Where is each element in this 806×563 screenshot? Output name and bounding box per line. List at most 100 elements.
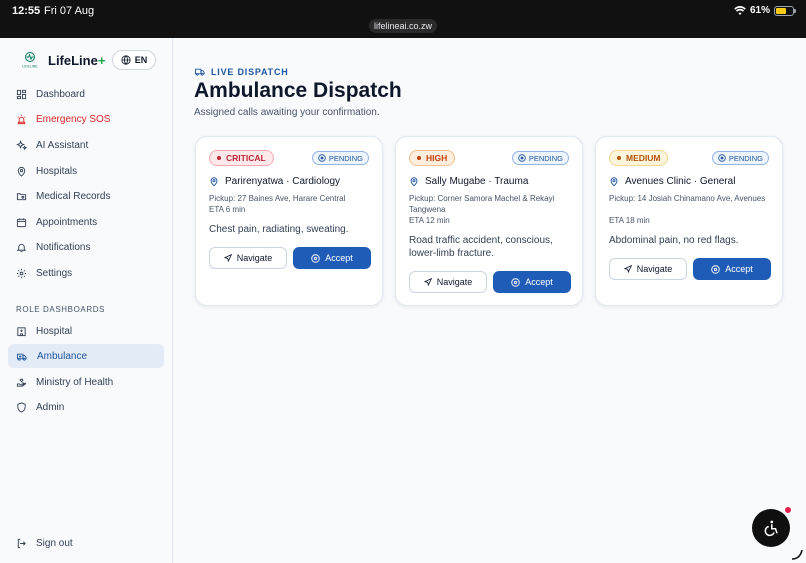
sidebar-item-label: AI Assistant [36,139,89,151]
sidebar-item-label: Notifications [36,241,91,253]
sidebar-item-label: Emergency SOS [36,113,111,125]
address-bar[interactable]: lifelineai.co.zw [369,19,437,33]
sidebar-item-emergency-sos[interactable]: Emergency SOS [8,107,164,131]
sidebar-item-label: Hospitals [36,165,78,177]
navigation-arrow-icon [623,265,632,273]
pending-icon [518,154,526,162]
sidebar-item-label: Appointments [36,216,98,228]
bell-icon [16,243,27,252]
severity-dot [417,156,421,160]
call-description: Chest pain, radiating, sweating. [209,224,349,235]
accept-icon [711,264,720,274]
accept-button[interactable]: Accept [693,258,771,280]
sidebar-item-notifications[interactable]: Notifications [8,235,164,259]
sidebar-item-settings[interactable]: Settings [8,261,164,285]
status-label: PENDING [328,153,363,163]
severity-badge: CRITICAL [209,150,274,166]
severity-badge: HIGH [409,150,456,166]
status-label: PENDING [728,153,763,163]
gear-icon [16,268,27,278]
status-badge: PENDING [511,151,569,165]
sidebar-item-ministry-of-health[interactable]: Ministry of Health [8,370,164,394]
logo-wordmark: LIFELINE [22,65,38,69]
facility-name: Sally Mugabe · Trauma [425,176,529,187]
battery-icon [774,5,796,16]
navigation-arrow-icon [223,254,232,262]
sidebar-item-label: Hospital [36,325,73,337]
status-indicators: 61% [734,5,796,16]
sidebar-item-label: Admin [36,401,65,413]
sidebar-item-label: Dashboard [36,88,85,100]
eta-text: ETA 18 min [609,216,650,225]
sidebar-item-appointments[interactable]: Appointments [8,210,164,234]
page-subtitle: Assigned calls awaiting your confirmatio… [194,107,380,118]
status-badge: PENDING [311,151,369,165]
accept-button[interactable]: Accept [293,247,371,269]
accept-button[interactable]: Accept [493,271,571,293]
sidebar-item-hospitals[interactable]: Hospitals [8,159,164,183]
globe-icon [121,55,131,65]
lifeline-logo[interactable]: LIFELINE [20,51,40,69]
dispatch-card: CRITICAL PENDING Parirenyatwa · Cardiolo… [195,136,383,306]
pickup-address: Pickup: 14 Josiah Chinamano Ave, Avenues [609,194,766,203]
eta-text: ETA 6 min [209,205,246,214]
dispatch-card: HIGH PENDING Sally Mugabe · Trauma Picku… [395,136,583,306]
facility-line: Avenues Clinic · General [609,176,735,187]
navigate-label: Navigate [436,277,473,287]
language-button[interactable]: EN [112,50,156,70]
shield-icon [17,401,26,413]
dispatch-card: MEDIUM PENDING Avenues Clinic · General … [595,136,783,306]
map-pin-icon [410,177,418,187]
accept-icon [311,253,320,263]
facility-line: Parirenyatwa · Cardiology [209,176,340,187]
kicker-label: LIVE DISPATCH [211,66,289,77]
map-pin-icon [17,166,26,177]
eta-text: ETA 12 min [409,216,450,225]
severity-label: HIGH [426,153,448,163]
dashboard-icon [16,89,27,99]
sidebar-item-ambulance[interactable]: Ambulance [8,344,164,368]
facility-name: Parirenyatwa · Cardiology [225,176,341,187]
role-dashboards-heading: ROLE DASHBOARDS [16,305,106,314]
battery-percent: 61% [749,5,770,16]
page-title: Ambulance Dispatch [194,79,402,102]
hand-heart-icon [16,378,27,387]
navigation-arrow-icon [423,278,432,286]
accept-label: Accept [525,277,553,287]
sidebar-item-dashboard[interactable]: Dashboard [8,82,164,106]
severity-dot [617,156,621,160]
brand-text: LifeLine [48,53,98,68]
sidebar-item-hospital[interactable]: Hospital [8,319,164,343]
sign-out-button[interactable]: Sign out [8,531,164,555]
navigate-button[interactable]: Navigate [409,271,487,293]
navigate-label: Navigate [236,253,273,263]
facility-line: Sally Mugabe · Trauma [409,176,528,187]
accept-label: Accept [725,264,753,274]
call-description: Abdominal pain, no red flags. [609,235,739,246]
accessibility-button[interactable] [752,509,790,547]
pickup-address: Pickup: Corner Samora Machel & Rekayi Ta… [409,194,555,214]
sidebar-item-admin[interactable]: Admin [8,395,164,419]
navigate-label: Navigate [636,264,673,274]
sign-out-label: Sign out [36,537,73,549]
map-pin-icon [610,177,618,187]
status-bar: 12:55 Fri 07 Aug lifelineai.co.zw 61% [0,0,806,38]
log-out-icon [17,538,26,548]
ambulance-icon [16,353,27,361]
language-label: EN [134,55,148,65]
notification-dot [784,506,792,514]
navigate-button[interactable]: Navigate [609,258,687,280]
navigate-button[interactable]: Navigate [209,247,287,269]
calendar-icon [16,217,27,227]
sidebar-item-medical-records[interactable]: Medical Records [8,184,164,208]
pickup-address: Pickup: 27 Baines Ave, Harare Central [209,194,346,203]
accept-icon [511,277,520,287]
call-description: Road traffic accident, conscious, lower-… [409,235,553,259]
status-badge: PENDING [711,151,769,165]
map-pin-icon [210,177,218,187]
pending-icon [318,154,326,162]
sidebar-item-ai-assistant[interactable]: AI Assistant [8,133,164,157]
sidebar-item-label: Ministry of Health [36,376,114,388]
folder-heart-icon [16,192,27,200]
status-label: PENDING [528,153,563,163]
